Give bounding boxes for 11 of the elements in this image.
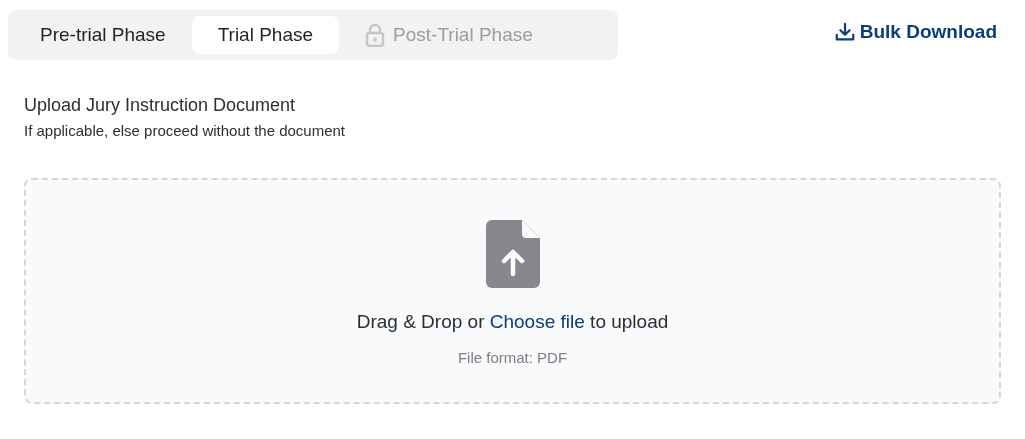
upload-dropzone[interactable]: Drag & Drop or Choose file to upload File format: PDF xyxy=(24,178,1001,404)
choose-file-link[interactable]: Choose file xyxy=(489,311,585,332)
section-title: Upload Jury Instruction Document xyxy=(24,94,297,117)
section-subtitle: If applicable, else proceed without the document xyxy=(24,121,347,141)
bulk-download-link[interactable]: Bulk Download xyxy=(833,18,997,47)
file-format-note: File format: PDF xyxy=(457,347,568,368)
phase-tab[interactable]: Pre-trial Phase xyxy=(14,16,192,54)
lock-icon xyxy=(365,23,386,47)
file-upload-icon xyxy=(485,220,540,288)
phase-tab[interactable]: Trial Phase xyxy=(191,16,340,54)
upload-prompt: Drag & Drop or Choose file to upload xyxy=(356,310,669,334)
